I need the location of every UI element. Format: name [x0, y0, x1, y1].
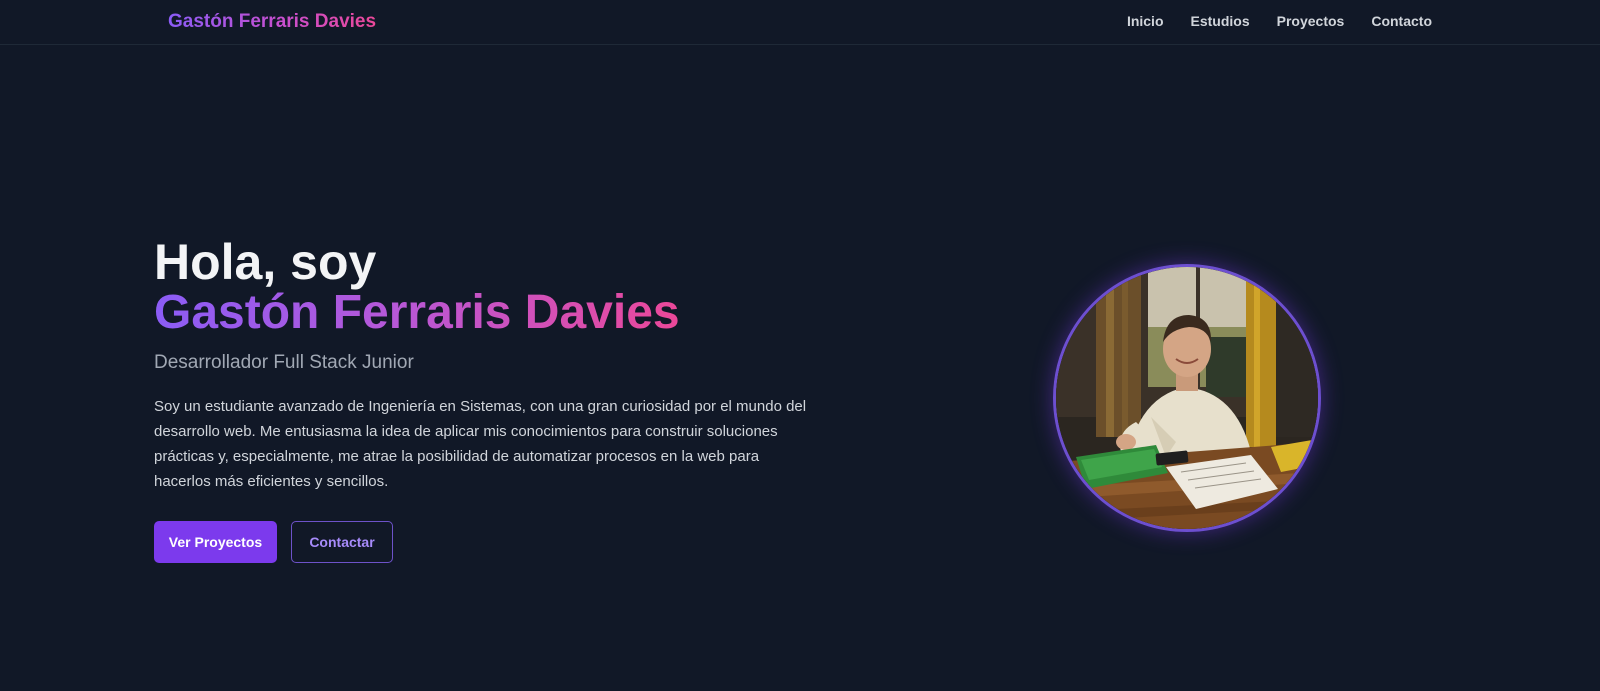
- top-navbar: Gastón Ferraris Davies Inicio Estudios P…: [0, 0, 1600, 45]
- hero-name: Gastón Ferraris Davies: [154, 286, 680, 339]
- main-nav: Inicio Estudios Proyectos Contacto: [1127, 13, 1432, 29]
- nav-link-contacto[interactable]: Contacto: [1371, 13, 1432, 29]
- nav-link-inicio[interactable]: Inicio: [1127, 13, 1164, 29]
- hero-section: Hola, soy Gastón Ferraris Davies Desarro…: [154, 236, 814, 563]
- nav-link-proyectos[interactable]: Proyectos: [1277, 13, 1345, 29]
- view-projects-button[interactable]: Ver Proyectos: [154, 521, 277, 563]
- brand-logo[interactable]: Gastón Ferraris Davies: [168, 11, 376, 33]
- hero-actions: Ver Proyectos Contactar: [154, 521, 814, 563]
- hero-greeting: Hola, soy: [154, 234, 377, 290]
- hero-subtitle: Desarrollador Full Stack Junior: [154, 352, 414, 373]
- contact-button[interactable]: Contactar: [291, 521, 393, 563]
- profile-photo-image: [1056, 267, 1318, 529]
- hero-bio: Soy un estudiante avanzado de Ingeniería…: [154, 398, 807, 490]
- nav-link-estudios[interactable]: Estudios: [1191, 13, 1250, 29]
- profile-photo: [1053, 264, 1321, 532]
